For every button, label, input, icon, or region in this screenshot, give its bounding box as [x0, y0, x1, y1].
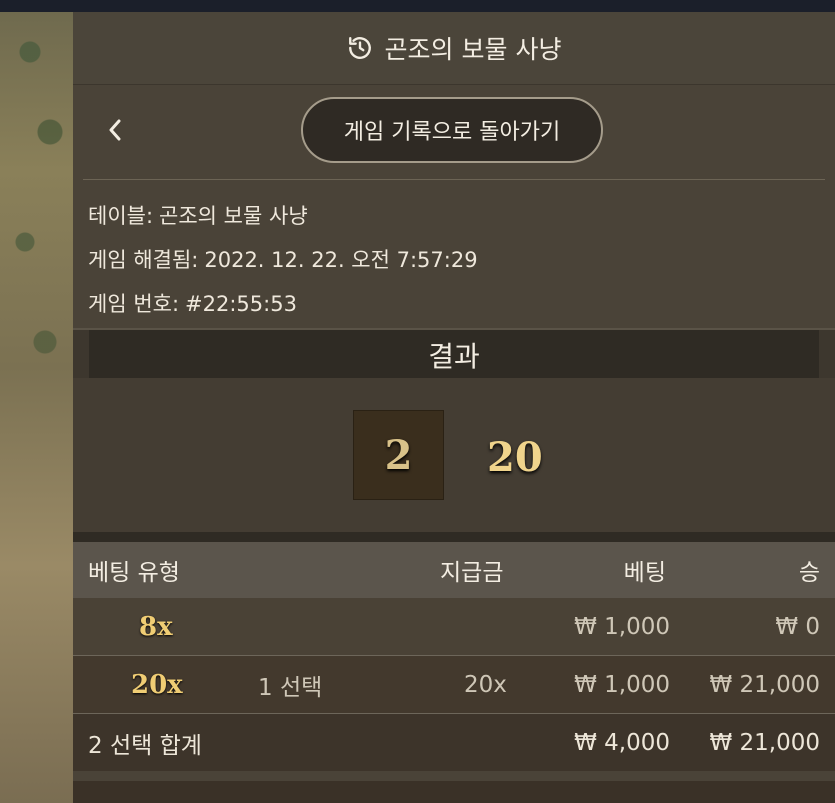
- history-icon: [348, 37, 371, 59]
- table-row: 8x ₩ 1,000 ₩ 0: [73, 598, 835, 656]
- bet-type: 20x: [131, 669, 183, 700]
- bet-choice: 1 선택: [258, 674, 323, 701]
- header-win: 승: [798, 560, 820, 586]
- info-label: 테이블:: [88, 204, 154, 228]
- info-table: 테이블: 곤조의 보물 사냥: [88, 194, 835, 238]
- panel-footer: [73, 781, 835, 803]
- result-box: 2: [353, 410, 444, 500]
- game-background: [0, 12, 73, 803]
- bet-amount: ₩ 1,000: [574, 671, 670, 698]
- result-value: 20: [487, 434, 543, 481]
- title-bar: 곤조의 보물 사냥: [73, 12, 835, 85]
- table-row: 20x 1 선택 20x ₩ 1,000 ₩ 21,000: [73, 656, 835, 714]
- total-win: ₩ 21,000: [709, 729, 820, 756]
- result-header: 결과: [73, 328, 835, 380]
- header-bet-type: 베팅 유형: [88, 560, 180, 586]
- table-header: 베팅 유형 지급금 베팅 승: [73, 532, 835, 598]
- bet-table: 베팅 유형 지급금 베팅 승 8x ₩ 1,000 ₩ 0 20x 1 선택 2…: [73, 532, 835, 771]
- back-arrow-icon[interactable]: [103, 115, 127, 145]
- game-info: 테이블: 곤조의 보물 사냥 게임 해결됨: 2022. 12. 22. 오전 7:…: [73, 180, 835, 326]
- result-area: 2 20: [73, 378, 835, 532]
- back-to-history-button[interactable]: 게임 기록으로 돌아가기: [301, 97, 603, 163]
- info-game-number: 게임 번호: #22:55:53: [88, 282, 835, 326]
- header-bet: 베팅: [623, 560, 666, 586]
- info-value: 곤조의 보물 사냥: [159, 204, 308, 228]
- history-panel: 곤조의 보물 사냥 게임 기록으로 돌아가기 테이블: 곤조의 보물 사냥 게임 …: [73, 12, 835, 803]
- win-amount: ₩ 21,000: [709, 671, 820, 698]
- payout-value: 20x: [464, 671, 507, 698]
- table-total-row: 2 선택 합계 ₩ 4,000 ₩ 21,000: [73, 714, 835, 771]
- bet-type: 8x: [139, 611, 173, 642]
- header-payout: 지급금: [440, 560, 504, 586]
- total-label: 2 선택 합계: [88, 732, 202, 759]
- info-label: 게임 해결됨:: [88, 248, 199, 272]
- info-label: 게임 번호:: [88, 292, 180, 316]
- nav-row: 게임 기록으로 돌아가기: [73, 85, 835, 179]
- info-resolved: 게임 해결됨: 2022. 12. 22. 오전 7:57:29: [88, 238, 835, 282]
- bet-amount: ₩ 1,000: [574, 613, 670, 640]
- top-strip: [0, 0, 835, 12]
- total-bet: ₩ 4,000: [574, 729, 670, 756]
- win-amount: ₩ 0: [775, 613, 820, 640]
- info-value: 2022. 12. 22. 오전 7:57:29: [204, 248, 478, 272]
- page-title: 곤조의 보물 사냥: [384, 35, 562, 64]
- info-value: #22:55:53: [185, 292, 297, 316]
